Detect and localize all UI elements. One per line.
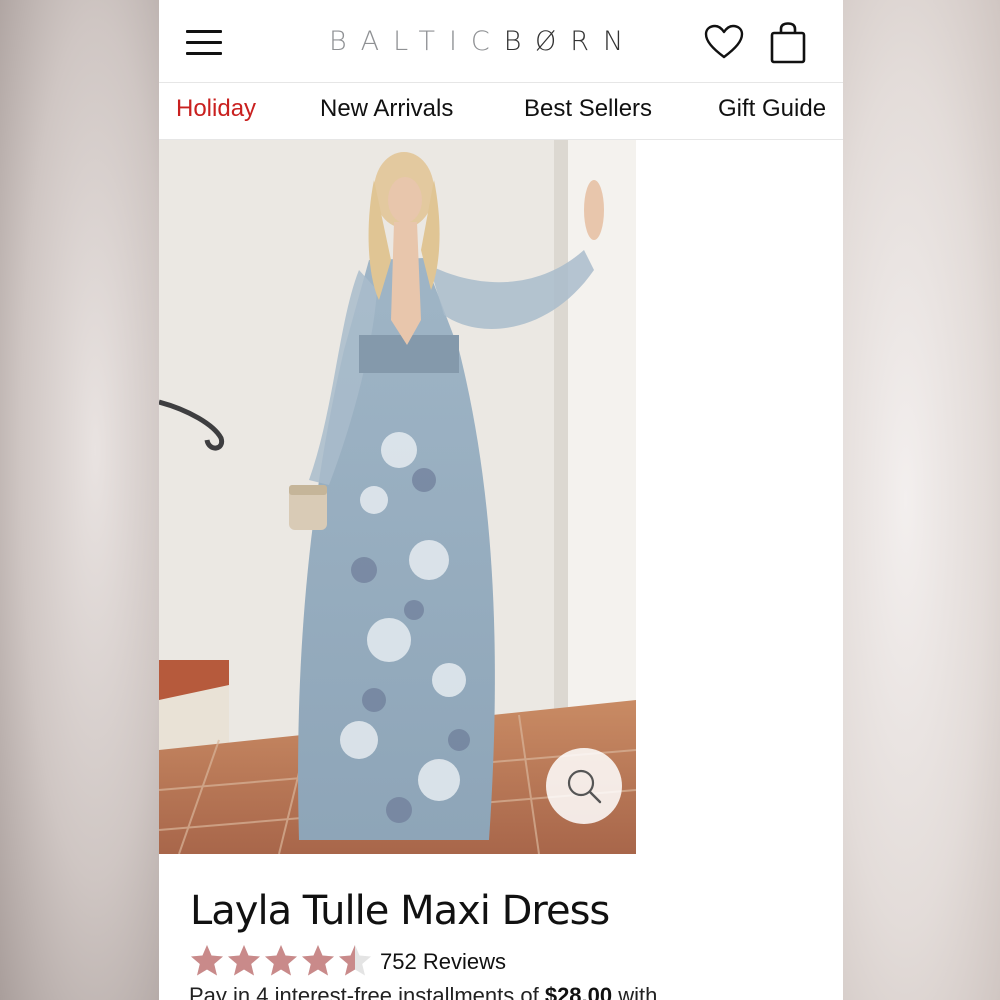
magnifier-icon xyxy=(567,769,602,804)
mobile-page: BALTICBØRN Holiday New Arrivals Best Sel… xyxy=(159,0,843,1000)
star-icon xyxy=(302,945,334,976)
product-photo-illustration xyxy=(159,140,636,854)
nav-item-holiday[interactable]: Holiday xyxy=(176,95,256,123)
installments-suffix: with xyxy=(612,983,658,1000)
product-title: Layla Tulle Maxi Dress xyxy=(190,888,610,934)
star-rating xyxy=(189,943,374,984)
star-icon xyxy=(191,945,223,976)
reviews-link[interactable]: 752 Reviews xyxy=(380,949,506,975)
installments-prefix: Pay in 4 interest-free installments of xyxy=(189,983,545,1000)
background-blur-left xyxy=(0,0,159,1000)
installment-amount: $28.00 xyxy=(544,983,613,1000)
brand-logo[interactable]: BALTICBØRN xyxy=(329,26,637,57)
shopping-bag-icon[interactable] xyxy=(769,22,807,64)
heart-icon[interactable] xyxy=(704,24,744,60)
background-blur-right xyxy=(843,0,1000,1000)
nav-item-new-arrivals[interactable]: New Arrivals xyxy=(320,95,453,123)
nav-item-best-sellers[interactable]: Best Sellers xyxy=(524,95,652,123)
product-image[interactable] xyxy=(159,140,636,854)
nav-item-gift-guide[interactable]: Gift Guide xyxy=(718,95,826,123)
star-icon xyxy=(339,945,371,976)
menu-icon[interactable] xyxy=(186,30,222,56)
site-header: BALTICBØRN xyxy=(159,0,843,83)
star-icon xyxy=(265,945,297,976)
star-icon xyxy=(228,945,260,976)
installments-text: Pay in 4 interest-free installments of $… xyxy=(189,983,657,1000)
zoom-button[interactable] xyxy=(546,748,622,824)
category-nav: Holiday New Arrivals Best Sellers Gift G… xyxy=(159,82,843,140)
